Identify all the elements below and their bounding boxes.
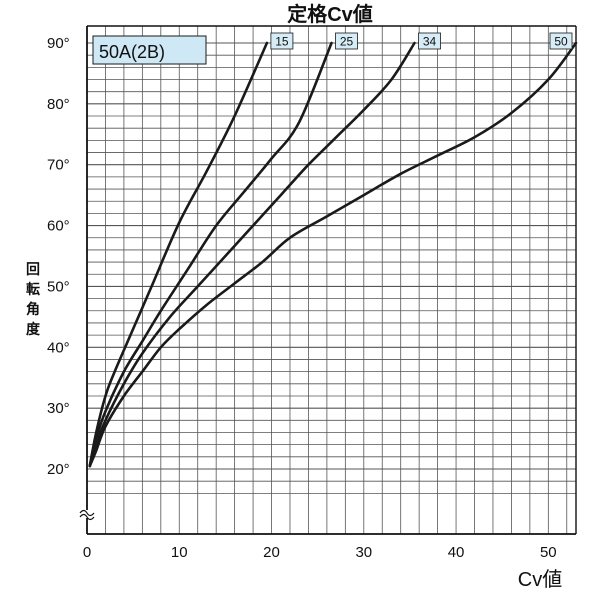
y-axis-label: 回転角度: [26, 261, 41, 337]
y-tick-label: 90°: [47, 35, 70, 52]
series-line-15: [88, 41, 269, 468]
series-lines: [88, 41, 578, 468]
series-label-25: 25: [340, 35, 354, 49]
series-line-50: [88, 41, 578, 468]
size-badge: 50A(2B): [92, 35, 207, 65]
x-tick-label: 20: [263, 544, 280, 561]
y-tick-label: 30°: [47, 400, 70, 417]
chart-title: 定格Cv値: [287, 2, 373, 26]
x-tick-label: 50: [540, 544, 557, 561]
x-tick-label: 0: [83, 544, 91, 561]
x-tick-label: 40: [448, 544, 465, 561]
x-tick-label: 30: [355, 544, 372, 561]
y-tick-label: 50°: [47, 278, 70, 295]
y-axis-label-char: 角: [26, 301, 40, 317]
series-label-34: 34: [423, 35, 437, 49]
y-axis-label-char: 転: [26, 281, 40, 297]
series-labels: 15 25 34 50: [270, 32, 573, 50]
y-tick-label: 20°: [47, 461, 70, 478]
series-label-15: 15: [275, 35, 289, 49]
chart-svg: 15 25 34 50 0 10 20 30 40 50 20° 30° 40° 50° 60° 70° 80…: [26, 2, 578, 591]
cv-chart: 15 25 34 50 0 10 20 30 40 50 20° 30° 40° 50° 60° 70° 80…: [0, 0, 600, 600]
y-tick-label: 80°: [47, 96, 70, 113]
series-line-34: [88, 41, 416, 468]
size-badge-label: 50A(2B): [99, 42, 165, 62]
y-tick-label: 70°: [47, 157, 70, 174]
x-axis-label: Cv値: [518, 568, 562, 591]
series-label-50: 50: [554, 35, 568, 49]
grid: [87, 26, 576, 534]
y-tick-label: 60°: [47, 218, 70, 235]
series-line-25: [88, 41, 333, 468]
y-tick-label: 40°: [47, 339, 70, 356]
y-axis-label-char: 度: [26, 321, 41, 337]
x-tick-label: 10: [171, 544, 188, 561]
y-axis-label-char: 回: [26, 261, 40, 277]
